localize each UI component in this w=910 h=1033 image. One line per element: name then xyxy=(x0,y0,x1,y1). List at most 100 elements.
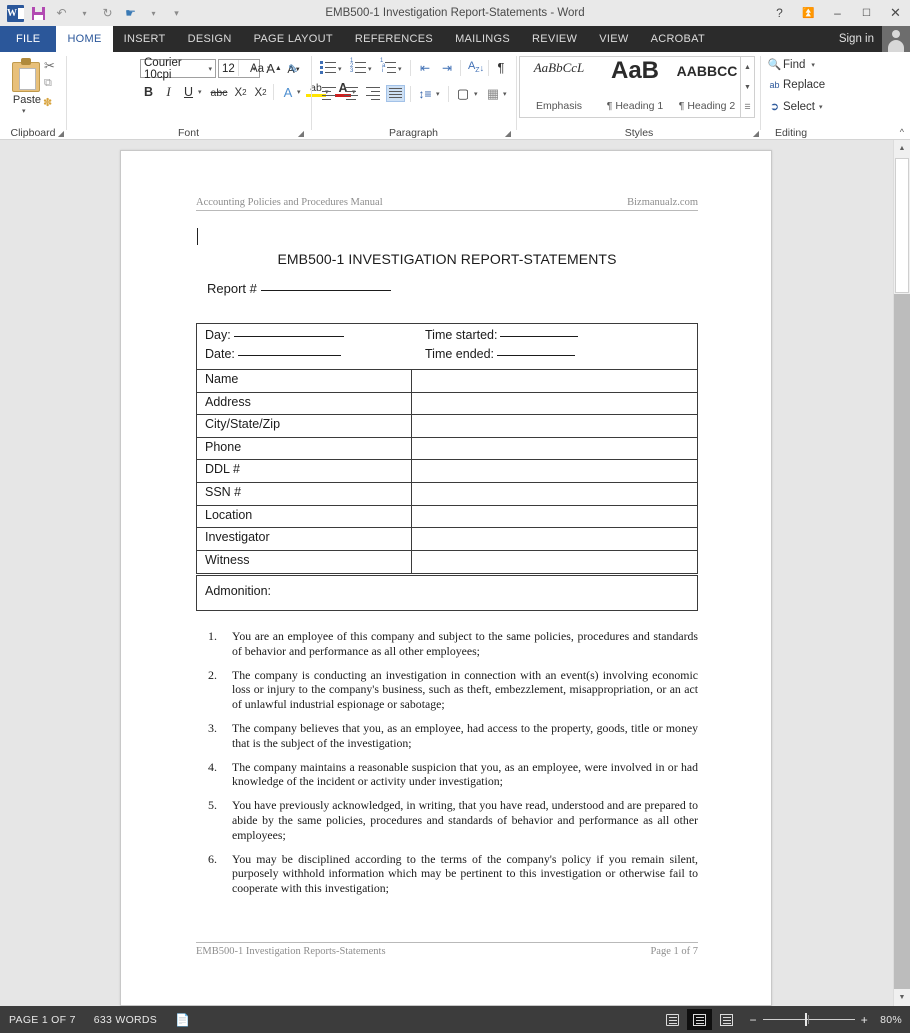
format-painter-icon[interactable]: ✽ xyxy=(43,96,52,109)
paragraph-dialog-launcher[interactable]: ◢ xyxy=(505,129,511,138)
shading-dropdown-icon[interactable]: ▾ xyxy=(474,90,478,98)
redo-icon[interactable]: ↻ xyxy=(97,3,118,24)
ribbon-display-options-icon[interactable]: ⏫ xyxy=(794,0,823,26)
sort-icon[interactable]: AZ ↓ xyxy=(466,59,486,76)
scroll-down-icon[interactable]: ▼ xyxy=(894,989,910,1006)
zoom-out-button[interactable]: − xyxy=(749,1013,756,1027)
underline-dropdown-icon[interactable]: ▾ xyxy=(198,88,202,96)
change-case-dropdown-icon[interactable]: ▾ xyxy=(267,64,271,72)
zoom-in-button[interactable]: + xyxy=(861,1013,868,1027)
scrollbar-thumb[interactable] xyxy=(895,158,909,293)
table-row[interactable]: Investigator xyxy=(197,528,697,551)
row-value[interactable] xyxy=(412,438,697,460)
font-name-dropdown-icon[interactable]: ▾ xyxy=(208,65,212,73)
styles-scroll-down-icon[interactable]: ▼ xyxy=(741,77,754,97)
proofing-errors-icon[interactable]: 📄 xyxy=(166,1013,199,1027)
borders-dropdown-icon[interactable]: ▾ xyxy=(503,90,507,98)
document-page[interactable]: Accounting Policies and Procedures Manua… xyxy=(120,150,772,1006)
page-indicator[interactable]: PAGE 1 OF 7 xyxy=(0,1014,85,1026)
avatar[interactable] xyxy=(882,26,910,52)
time-started-blank[interactable] xyxy=(500,336,579,337)
cut-icon[interactable]: ✂ xyxy=(44,58,55,74)
underline-icon[interactable]: U xyxy=(179,83,198,101)
align-left-icon[interactable] xyxy=(320,85,339,102)
print-layout-icon[interactable] xyxy=(687,1009,713,1030)
customize-qat-icon[interactable]: ▾ xyxy=(166,3,187,24)
table-row[interactable]: SSN # xyxy=(197,482,697,506)
style-item-emphasis[interactable]: AaBbCcL Emphasis xyxy=(520,57,598,117)
read-mode-icon[interactable] xyxy=(660,1009,685,1030)
row-value[interactable] xyxy=(412,551,697,574)
tab-file[interactable]: FILE xyxy=(0,26,57,52)
replace-button[interactable]: ab Replace xyxy=(766,79,825,91)
admonition-box[interactable]: Admonition: xyxy=(196,575,698,611)
collapse-ribbon-icon[interactable]: ^ xyxy=(900,127,904,137)
italic-icon[interactable]: I xyxy=(159,83,178,101)
scroll-up-icon[interactable]: ▲ xyxy=(894,140,910,157)
table-row[interactable]: DDL # xyxy=(197,460,697,483)
text-effects-dropdown-icon[interactable]: ▾ xyxy=(297,88,301,96)
undo-dropdown-icon[interactable]: ▾ xyxy=(74,3,95,24)
strikethrough-icon[interactable]: abc xyxy=(208,84,230,101)
numbering-dropdown-icon[interactable]: ▾ xyxy=(368,65,372,73)
tab-acrobat[interactable]: ACROBAT xyxy=(640,26,716,52)
find-dropdown-icon[interactable]: ▾ xyxy=(805,61,815,69)
maximize-icon[interactable]: ☐ xyxy=(852,0,881,26)
line-spacing-icon[interactable]: ↕≡ xyxy=(416,85,434,102)
line-spacing-dropdown-icon[interactable]: ▾ xyxy=(436,90,440,98)
tab-home[interactable]: HOME xyxy=(56,26,113,52)
table-row[interactable]: Witness xyxy=(197,550,697,574)
font-dialog-launcher[interactable]: ◢ xyxy=(298,129,304,138)
table-row[interactable]: City/State/Zip xyxy=(197,415,697,438)
subscript-icon[interactable]: X2 xyxy=(231,84,250,101)
styles-more-icon[interactable]: ☰ xyxy=(741,97,754,117)
zoom-slider[interactable] xyxy=(762,1012,855,1026)
paste-label[interactable]: Paste xyxy=(6,94,48,106)
select-dropdown-icon[interactable]: ▾ xyxy=(815,103,823,111)
shading-icon[interactable]: ▢ xyxy=(454,85,472,102)
tab-references[interactable]: REFERENCES xyxy=(344,26,444,52)
touch-mode-dropdown-icon[interactable]: ▾ xyxy=(143,3,164,24)
minimize-icon[interactable]: – xyxy=(823,0,852,26)
report-number-blank[interactable] xyxy=(260,290,391,291)
sign-in-link[interactable]: Sign in xyxy=(839,33,882,45)
styles-gallery-scrollbar[interactable]: ▲ ▼ ☰ xyxy=(741,56,755,118)
style-item-heading-1[interactable]: AaB ¶ Heading 1 xyxy=(598,57,672,117)
superscript-icon[interactable]: X2 xyxy=(251,84,270,101)
zoom-level[interactable]: 80% xyxy=(874,1014,902,1026)
align-center-icon[interactable] xyxy=(342,85,361,102)
row-value[interactable] xyxy=(412,415,697,437)
undo-icon[interactable]: ↶ xyxy=(51,3,72,24)
borders-icon[interactable]: ▦ xyxy=(484,85,502,102)
tab-mailings[interactable]: MAILINGS xyxy=(444,26,521,52)
close-icon[interactable]: ✕ xyxy=(881,0,910,26)
clipboard-dialog-launcher[interactable]: ◢ xyxy=(58,129,64,138)
date-blank[interactable] xyxy=(237,355,341,356)
change-case-icon[interactable]: Aa xyxy=(247,60,267,77)
select-button[interactable]: ➲ Select ▾ xyxy=(766,100,823,114)
show-formatting-marks-icon[interactable]: ¶ xyxy=(493,59,509,76)
table-row[interactable]: Location xyxy=(197,505,697,529)
row-value[interactable] xyxy=(412,483,697,505)
paste-icon[interactable] xyxy=(12,58,40,92)
zoom-slider-thumb[interactable] xyxy=(804,1012,808,1026)
font-name-input[interactable]: Courier 10cpi ▾ xyxy=(140,57,216,81)
styles-scroll-up-icon[interactable]: ▲ xyxy=(741,57,754,77)
tab-review[interactable]: REVIEW xyxy=(521,26,588,52)
word-count[interactable]: 633 WORDS xyxy=(85,1014,166,1026)
paste-dropdown-icon[interactable]: ▾ xyxy=(22,107,26,115)
numbered-list-icon[interactable]: 1 2 3 xyxy=(350,58,367,75)
increase-indent-icon[interactable]: ⇥ xyxy=(438,60,456,76)
find-button[interactable]: 🔍 Find ▾ xyxy=(766,58,815,72)
day-blank[interactable] xyxy=(233,336,344,337)
tab-insert[interactable]: INSERT xyxy=(113,26,177,52)
web-layout-icon[interactable] xyxy=(714,1009,739,1030)
text-effects-icon[interactable]: A xyxy=(279,83,297,101)
time-ended-blank[interactable] xyxy=(497,355,576,356)
justify-icon[interactable] xyxy=(386,85,405,102)
copy-icon[interactable]: ⧉ xyxy=(44,77,52,90)
bold-icon[interactable]: B xyxy=(139,83,158,101)
style-item-heading-2[interactable]: AABBCC ¶ Heading 2 xyxy=(672,57,742,117)
row-value[interactable] xyxy=(412,370,697,392)
clear-formatting-icon[interactable]: ✎ xyxy=(283,60,303,77)
